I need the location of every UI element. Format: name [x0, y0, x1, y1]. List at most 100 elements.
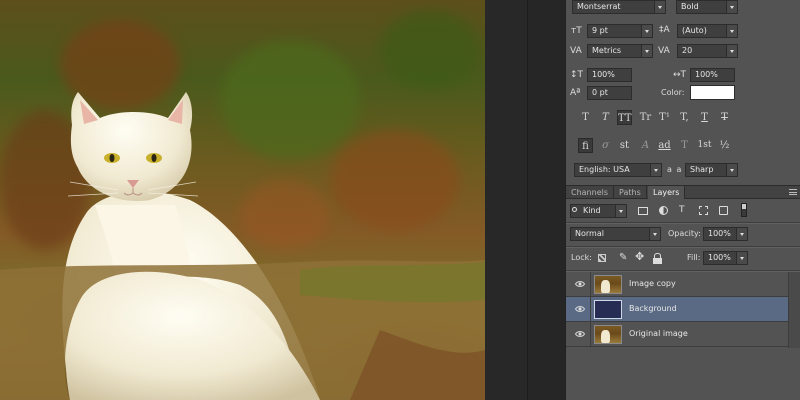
chevron-down-icon[interactable]	[654, 1, 665, 13]
horizontal-scale-field[interactable]: 100%	[690, 68, 735, 82]
font-size-select[interactable]: 9 pt	[587, 24, 653, 38]
divider	[590, 272, 591, 297]
leading-select[interactable]: (Auto)	[677, 24, 738, 38]
panel-dock-strip	[527, 0, 565, 400]
fill-value: 100%	[708, 253, 731, 262]
divider	[566, 222, 800, 224]
lock-position-icon[interactable]: ✥	[635, 251, 644, 263]
properties-panel: Montserrat Bold ᴛT 9 pt ‡A (Auto) VA Met…	[565, 0, 800, 400]
all-caps-button[interactable]: TT	[617, 110, 632, 125]
chevron-down-icon[interactable]	[650, 164, 661, 176]
chevron-down-icon[interactable]	[649, 228, 660, 240]
faux-italic-button[interactable]: T	[598, 110, 613, 125]
underline-button[interactable]: T	[697, 110, 712, 125]
shape-filter-icon[interactable]	[699, 206, 708, 215]
layer-thumbnail	[594, 300, 622, 319]
vertical-scale-value: 100%	[592, 70, 615, 79]
font-style-value: Bold	[681, 2, 699, 11]
vertical-scale-icon: ↕T	[570, 70, 584, 80]
layer-row-image-copy[interactable]: Image copy	[566, 272, 788, 297]
layer-name[interactable]: Image copy	[629, 278, 676, 290]
antialias-select[interactable]: Sharp	[685, 163, 738, 177]
filter-toggle-switch[interactable]	[741, 203, 747, 217]
chevron-down-icon[interactable]	[615, 205, 626, 217]
chevron-down-icon[interactable]	[641, 45, 652, 57]
layer-filter-select[interactable]: Kind	[570, 204, 627, 218]
old-style-button[interactable]: σ	[598, 138, 613, 153]
font-style-select[interactable]: Bold	[676, 0, 738, 14]
chevron-down-icon[interactable]	[726, 25, 737, 37]
vertical-scale-field[interactable]: 100%	[587, 68, 632, 82]
superscript-button[interactable]: T¹	[657, 110, 672, 125]
swash-button[interactable]: A	[638, 138, 653, 153]
visibility-eye-icon[interactable]	[575, 280, 585, 288]
layer-thumbnail	[594, 275, 622, 294]
baseline-shift-icon: Aª	[570, 88, 581, 98]
ordinals-button[interactable]: 1st	[697, 138, 712, 153]
filter-kind-value: Kind	[583, 206, 601, 215]
lock-transparent-pixels-icon[interactable]	[598, 254, 606, 262]
color-label: Color:	[661, 88, 685, 97]
leading-value: (Auto)	[682, 26, 707, 35]
opacity-value: 100%	[708, 229, 731, 238]
white-cat-image	[0, 92, 485, 400]
tracking-select[interactable]: 20	[677, 44, 738, 58]
opacity-select[interactable]: 100%	[703, 227, 748, 241]
pixel-filter-icon[interactable]	[638, 207, 648, 215]
font-size-icon: ᴛT	[571, 26, 582, 36]
smart-object-filter-icon[interactable]	[719, 206, 728, 215]
chevron-down-icon[interactable]	[726, 45, 737, 57]
ligatures-button[interactable]: fi	[578, 138, 593, 153]
document-canvas[interactable]	[0, 0, 485, 400]
lock-image-pixels-icon[interactable]: ✎	[619, 252, 627, 264]
type-filter-icon[interactable]: T	[679, 204, 685, 216]
chevron-down-icon[interactable]	[736, 252, 747, 264]
tab-layers[interactable]: Layers	[648, 186, 686, 199]
chevron-down-icon[interactable]	[641, 25, 652, 37]
layer-name[interactable]: Background	[629, 303, 677, 315]
font-family-value: Montserrat	[577, 2, 621, 11]
kerning-icon: VA	[570, 46, 582, 56]
titling-alternates-button[interactable]: T	[677, 138, 692, 153]
text-color-swatch[interactable]	[690, 85, 735, 100]
kerning-select[interactable]: Metrics	[587, 44, 653, 58]
panel-menu-icon[interactable]	[789, 189, 797, 195]
chevron-down-icon[interactable]	[726, 1, 737, 13]
strikethrough-button[interactable]: T	[717, 110, 732, 125]
chevron-down-icon[interactable]	[726, 164, 737, 176]
layer-row-background[interactable]: Background	[566, 297, 788, 322]
tab-paths[interactable]: Paths	[614, 186, 647, 199]
language-select[interactable]: English: USA	[574, 163, 662, 177]
tracking-icon: VA	[658, 46, 670, 56]
antialias-icon: a a	[667, 165, 683, 174]
search-icon	[572, 207, 577, 212]
stylistic-alternates-button[interactable]: ad	[657, 138, 672, 153]
divider	[590, 297, 591, 322]
fill-select[interactable]: 100%	[703, 251, 748, 265]
fill-label: Fill:	[687, 253, 701, 262]
visibility-eye-icon[interactable]	[575, 330, 585, 338]
divider	[566, 246, 800, 248]
blend-mode-select[interactable]: Normal	[570, 227, 661, 241]
language-value: English: USA	[579, 165, 630, 174]
small-caps-button[interactable]: Tr	[638, 110, 653, 125]
layer-row-original-image[interactable]: Original image	[566, 322, 788, 347]
leading-icon: ‡A	[659, 25, 670, 35]
layer-thumbnail	[594, 325, 622, 344]
tracking-value: 20	[682, 46, 693, 55]
layer-name[interactable]: Original image	[629, 328, 688, 340]
cat-thumbnail-shape	[601, 280, 610, 293]
subscript-button[interactable]: T,	[677, 110, 692, 125]
baseline-shift-field[interactable]: 0 pt	[587, 86, 632, 100]
layers-scrollbar[interactable]	[788, 272, 800, 348]
font-family-select[interactable]: Montserrat	[572, 0, 666, 14]
faux-bold-button[interactable]: T	[578, 110, 593, 125]
adjustment-filter-icon[interactable]	[659, 206, 668, 215]
discretionary-ligatures-button[interactable]: st	[617, 138, 632, 153]
visibility-eye-icon[interactable]	[575, 305, 585, 313]
fractions-button[interactable]: ½	[717, 138, 732, 153]
chevron-down-icon[interactable]	[736, 228, 747, 240]
opacity-label: Opacity:	[668, 229, 701, 238]
tab-channels[interactable]: Channels	[566, 186, 615, 199]
toggle-knob	[742, 204, 746, 209]
